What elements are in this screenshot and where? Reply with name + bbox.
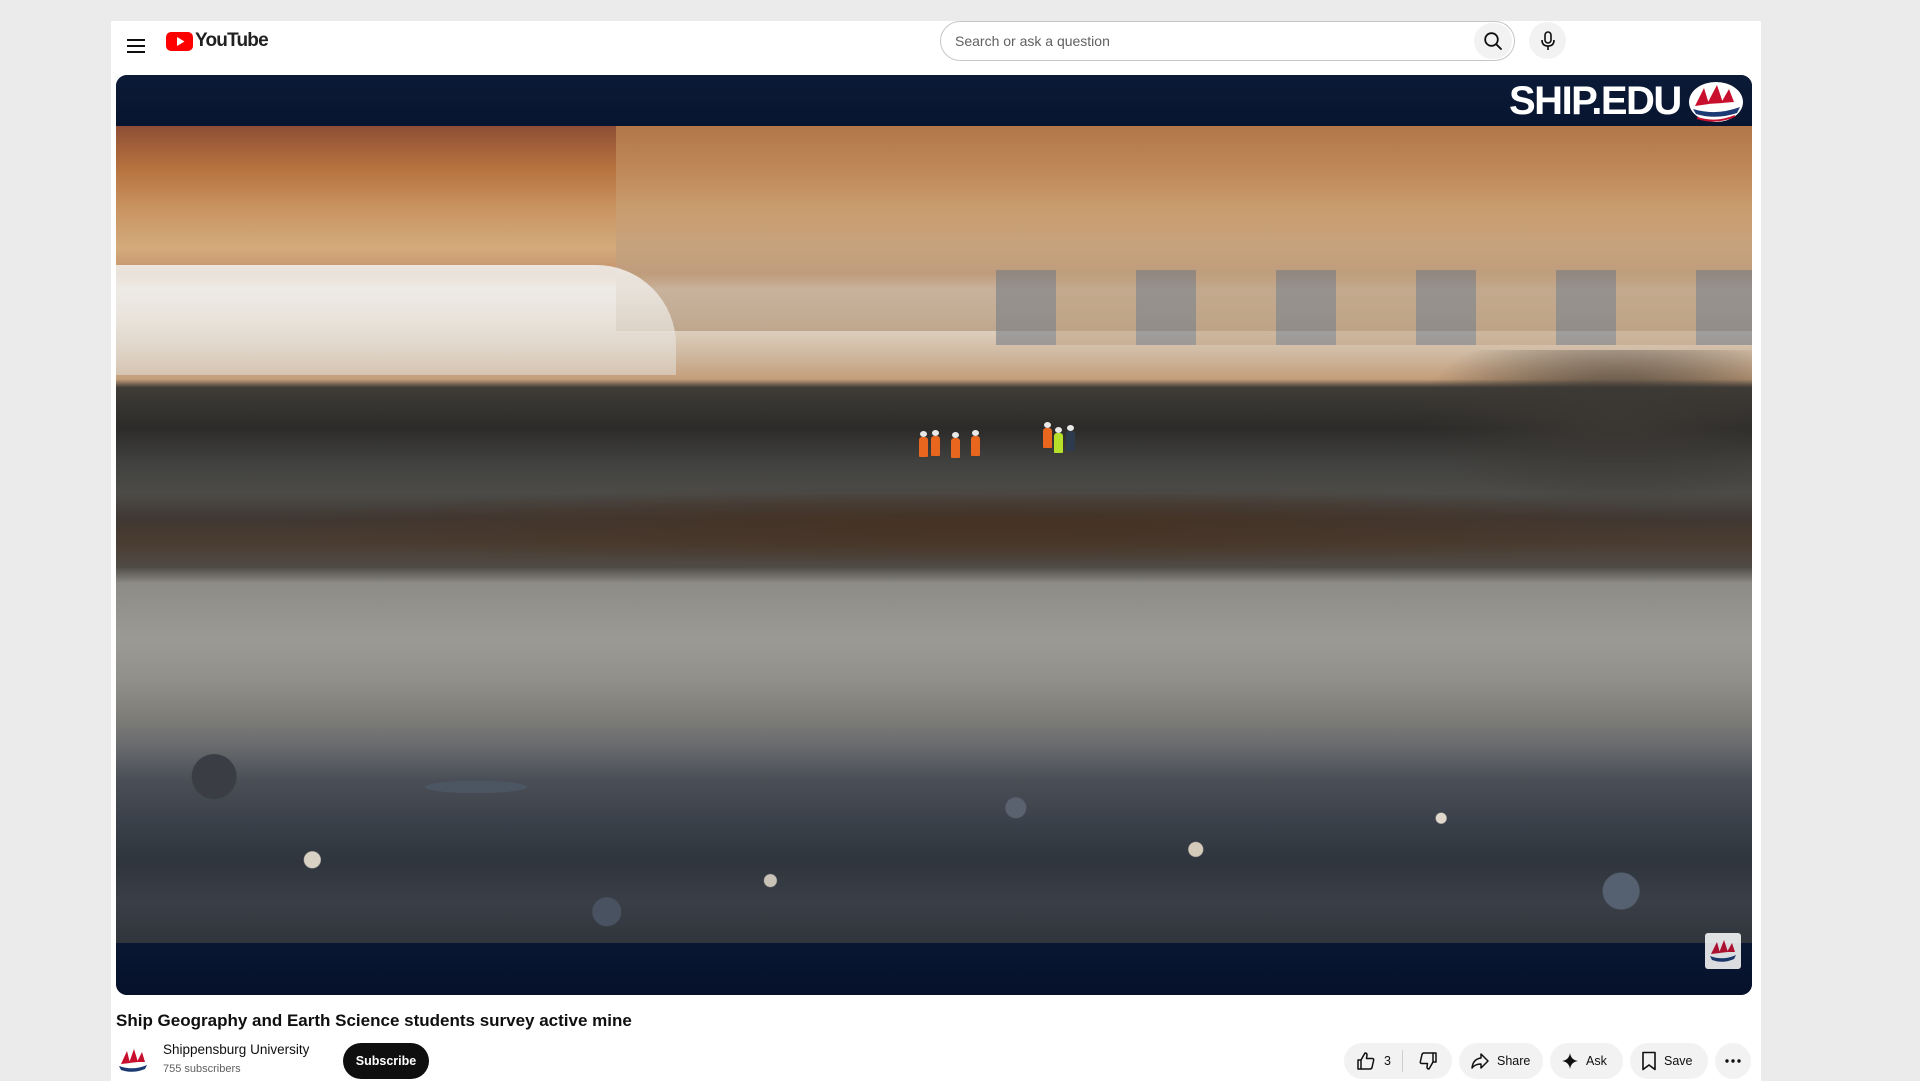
student-figure [951, 432, 960, 458]
hamburger-menu-icon [127, 39, 145, 53]
video-player[interactable]: SHIP.EDU [116, 75, 1752, 995]
save-button[interactable]: Save [1630, 1043, 1708, 1079]
scene-students-group [919, 422, 1079, 463]
voice-search-button[interactable] [1529, 22, 1566, 59]
ship-sail-logo-icon [119, 1049, 147, 1072]
ask-button[interactable]: Ask [1550, 1043, 1623, 1079]
video-title: Ship Geography and Earth Science student… [116, 1011, 632, 1030]
video-top-band [116, 75, 1752, 126]
share-label: Share [1497, 1054, 1531, 1068]
subscribe-button[interactable]: Subscribe [343, 1043, 429, 1079]
thumbs-down-icon [1419, 1052, 1437, 1070]
student-figure [1066, 425, 1075, 451]
more-actions-button[interactable] [1715, 1043, 1751, 1079]
watch-page: YouTube Search or ask a question SHIP.ED… [111, 21, 1761, 1081]
like-count: 3 [1384, 1054, 1391, 1068]
scene-dirt-ridge [246, 485, 1752, 565]
youtube-logo[interactable]: YouTube [166, 30, 269, 52]
channel-watermark-button[interactable] [1705, 933, 1741, 969]
ship-edu-text: SHIP.EDU [1509, 79, 1682, 123]
ship-edu-watermark: SHIP.EDU [1509, 79, 1745, 124]
scene-foreground-rocks [116, 735, 1752, 943]
like-dislike-group: 3 [1344, 1043, 1452, 1079]
scene-white-slope [116, 265, 676, 375]
search-input[interactable] [955, 22, 1455, 60]
video-bottom-band [116, 943, 1752, 995]
masthead: YouTube [111, 21, 1761, 77]
search-button[interactable] [1474, 23, 1512, 59]
channel-avatar[interactable] [116, 1044, 150, 1078]
save-label: Save [1664, 1054, 1693, 1068]
dislike-button[interactable] [1403, 1043, 1452, 1079]
guide-menu-button[interactable] [121, 31, 151, 61]
ask-label: Ask [1586, 1054, 1607, 1068]
student-figure [1054, 427, 1063, 453]
channel-name-link[interactable]: Shippensburg University [163, 1042, 309, 1057]
microphone-icon [1540, 30, 1555, 50]
student-figure [931, 430, 940, 456]
subscriber-count: 755 subscribers [163, 1063, 241, 1075]
scene-cliff-rock-bands [996, 270, 1752, 345]
more-horizontal-icon [1725, 1059, 1741, 1063]
like-button[interactable]: 3 [1344, 1043, 1402, 1079]
student-figure [919, 431, 928, 457]
youtube-play-icon [166, 31, 193, 51]
bookmark-icon [1642, 1051, 1656, 1071]
sparkle-icon [1562, 1053, 1578, 1069]
student-figure [971, 430, 980, 456]
search-icon [1484, 32, 1502, 50]
ship-sail-logo-icon [1688, 81, 1743, 122]
ship-sail-logo-icon [1710, 940, 1736, 962]
youtube-wordmark: YouTube [195, 30, 269, 51]
student-figure [1043, 422, 1052, 448]
share-arrow-icon [1471, 1053, 1489, 1069]
share-button[interactable]: Share [1459, 1043, 1543, 1079]
search-box [940, 21, 1515, 61]
thumbs-up-icon [1357, 1052, 1375, 1070]
